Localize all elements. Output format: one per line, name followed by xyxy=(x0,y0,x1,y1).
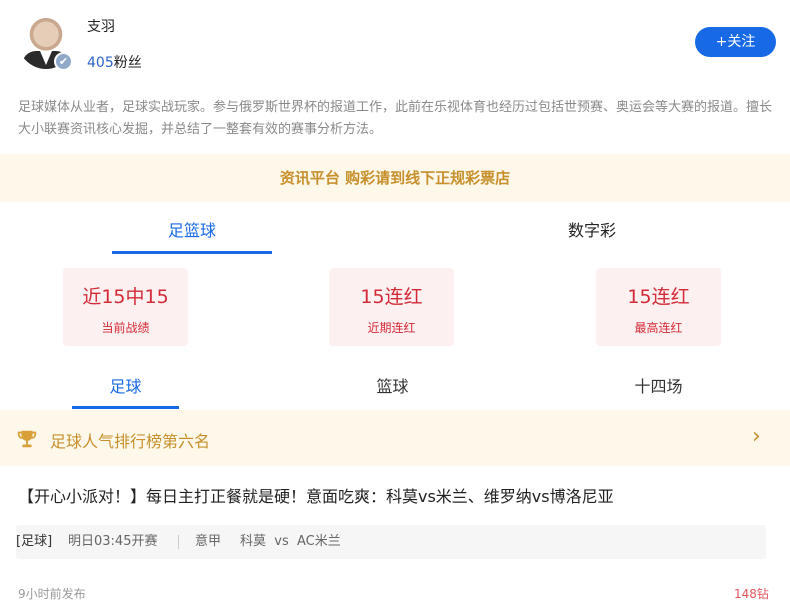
stat-label: 当前战绩 xyxy=(101,321,150,335)
stat-value: 15连红 xyxy=(360,286,423,308)
tab-football-basketball[interactable]: 足篮球 xyxy=(112,217,272,241)
match-teams: 科莫 vs AC米兰 xyxy=(240,534,341,549)
tab-basketball[interactable]: 篮球 xyxy=(339,373,446,397)
divider xyxy=(178,535,179,549)
article-price: 148钻 xyxy=(734,587,769,601)
chevron-right-icon[interactable]: › xyxy=(752,424,761,449)
follow-button[interactable]: +关注 xyxy=(695,27,776,57)
stat-recent-streak: 15连红 近期连红 xyxy=(329,268,454,346)
notice-banner: 资讯平台 购彩请到线下正规彩票店 xyxy=(0,154,790,202)
verified-icon: ✔ xyxy=(54,52,73,71)
trophy-icon xyxy=(17,430,37,448)
stat-value: 15连红 xyxy=(627,286,690,308)
stat-best-streak: 15连红 最高连红 xyxy=(596,268,721,346)
stat-current-record: 近15中15 当前战绩 xyxy=(63,268,188,346)
category-tab-indicator xyxy=(112,251,272,254)
stat-value: 近15中15 xyxy=(82,286,169,308)
match-league: 意甲 xyxy=(195,534,222,549)
article-title[interactable]: 【开心小派对！】每日主打正餐就是硬！意面吃爽：科莫vs米兰、维罗纳vs博洛尼亚 xyxy=(18,483,614,507)
tab-lottery-digits[interactable]: 数字彩 xyxy=(512,217,672,241)
tab-fourteen-matches[interactable]: 十四场 xyxy=(605,373,712,397)
match-info[interactable]: [足球] 明日03:45开赛 意甲 科莫 vs AC米兰 xyxy=(16,525,766,559)
author-bio: 足球媒体从业者，足球实战玩家。参与俄罗斯世界杯的报道工作，此前在乐视体育也经历过… xyxy=(18,100,773,137)
author-name[interactable]: 支羽 xyxy=(87,16,115,36)
fans-count: 405粉丝 xyxy=(87,52,142,72)
tab-football[interactable]: 足球 xyxy=(72,373,179,397)
match-time: 明日03:45开赛 xyxy=(68,534,158,549)
stat-label: 最高连红 xyxy=(634,321,683,335)
rank-text: 足球人气排行榜第六名 xyxy=(50,432,211,451)
fans-number: 405 xyxy=(87,55,114,71)
publish-time: 9小时前发布 xyxy=(18,587,86,601)
sub-tab-indicator xyxy=(72,406,179,409)
fans-suffix: 粉丝 xyxy=(113,55,142,71)
stat-label: 近期连红 xyxy=(367,321,416,335)
author-header: ✔ 支羽 405粉丝 +关注 xyxy=(0,0,790,90)
rank-banner[interactable]: 足球人气排行榜第六名 › xyxy=(0,410,790,466)
match-tag: [足球] xyxy=(16,534,53,549)
